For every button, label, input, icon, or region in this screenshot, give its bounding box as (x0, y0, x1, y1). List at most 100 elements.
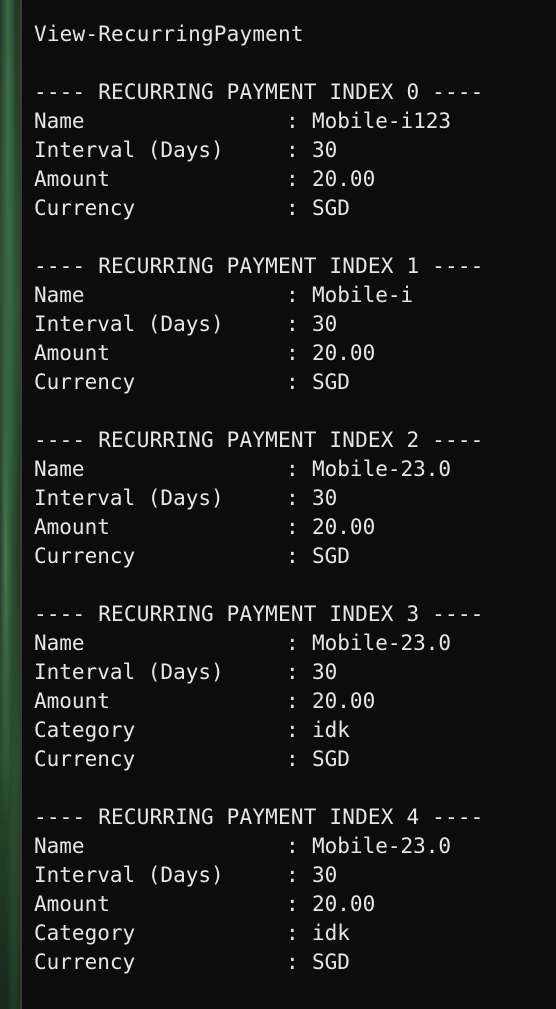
field-row: Amount:20.00 (34, 165, 484, 194)
desktop-wallpaper (0, 0, 20, 1009)
field-label: Currency (34, 370, 136, 394)
field-label: Interval (Days) (34, 863, 224, 887)
payment-record: ---- RECURRING PAYMENT INDEX 2 ---- Name:… (34, 426, 484, 600)
field-row: Category: idk (34, 919, 484, 948)
field-value: SGD (312, 747, 350, 771)
field-row: Amount:20.00 (34, 513, 484, 542)
field-separator: : (286, 312, 299, 336)
field-separator: : (286, 196, 299, 220)
field-row: Interval (Days):30 (34, 136, 484, 165)
field-separator: : (286, 138, 299, 162)
record-header: ---- RECURRING PAYMENT INDEX 4 ---- (34, 805, 484, 829)
field-label: Interval (Days) (34, 312, 224, 336)
field-row: Currency: SGD (34, 745, 484, 774)
field-value: 30 (312, 660, 338, 684)
record-header: ---- RECURRING PAYMENT INDEX 3 ---- (34, 602, 484, 626)
field-value: idk (312, 718, 350, 742)
field-label: Name (34, 834, 85, 858)
field-value: 20.00 (312, 341, 376, 365)
field-label: Amount (34, 515, 110, 539)
field-label: Name (34, 457, 85, 481)
field-separator: : (286, 370, 299, 394)
field-label: Name (34, 631, 85, 655)
field-label: Name (34, 109, 85, 133)
field-row: Name: Mobile-23.0 (34, 832, 484, 861)
field-separator: : (286, 486, 299, 510)
field-row: Interval (Days):30 (34, 658, 484, 687)
field-value: 30 (312, 138, 338, 162)
field-row: Currency: SGD (34, 948, 484, 977)
payment-record: ---- RECURRING PAYMENT INDEX 0 ---- Name:… (34, 78, 484, 252)
field-value: SGD (312, 950, 350, 974)
field-row: Category: idk (34, 716, 484, 745)
record-header: ---- RECURRING PAYMENT INDEX 1 ---- (34, 254, 484, 278)
payment-record: ---- RECURRING PAYMENT INDEX 3 ---- Name:… (34, 600, 484, 803)
field-value: 20.00 (312, 892, 376, 916)
field-row: Interval (Days):30 (34, 484, 484, 513)
field-row: Currency: SGD (34, 368, 484, 397)
field-row: Interval (Days):30 (34, 310, 484, 339)
field-value: 30 (312, 312, 338, 336)
field-row: Name: Mobile-23.0 (34, 629, 484, 658)
field-row: Amount:20.00 (34, 687, 484, 716)
field-value: 20.00 (312, 167, 376, 191)
terminal-window[interactable]: View-RecurringPayment ---- RECURRING PAY… (22, 0, 556, 1009)
payment-record: ---- RECURRING PAYMENT INDEX 4 ---- Name:… (34, 803, 484, 977)
field-label: Currency (34, 544, 136, 568)
field-label: Amount (34, 689, 110, 713)
field-row: Name: Mobile-23.0 (34, 455, 484, 484)
field-row: Currency: SGD (34, 194, 484, 223)
field-label: Interval (Days) (34, 138, 224, 162)
field-label: Interval (Days) (34, 660, 224, 684)
field-row: Currency: SGD (34, 542, 484, 571)
field-row: Name: Mobile-i123 (34, 107, 484, 136)
field-label: Amount (34, 892, 110, 916)
field-separator: : (286, 718, 299, 742)
field-value: 30 (312, 863, 338, 887)
field-value: 20.00 (312, 689, 376, 713)
field-label: Currency (34, 196, 136, 220)
field-value: SGD (312, 370, 350, 394)
field-row: Amount:20.00 (34, 890, 484, 919)
field-value: SGD (312, 544, 350, 568)
field-row: Name: Mobile-i (34, 281, 484, 310)
field-label: Amount (34, 341, 110, 365)
field-label: Category (34, 921, 136, 945)
field-separator: : (286, 921, 299, 945)
field-separator: : (286, 892, 299, 916)
field-separator: : (286, 515, 299, 539)
field-value: 30 (312, 486, 338, 510)
field-separator: : (286, 834, 299, 858)
field-separator: : (286, 283, 299, 307)
record-header: ---- RECURRING PAYMENT INDEX 2 ---- (34, 428, 484, 452)
field-separator: : (286, 950, 299, 974)
field-value: 20.00 (312, 515, 376, 539)
record-header: ---- RECURRING PAYMENT INDEX 0 ---- (34, 80, 484, 104)
field-separator: : (286, 631, 299, 655)
field-value: Mobile-23.0 (312, 631, 452, 655)
payment-record: ---- RECURRING PAYMENT INDEX 1 ---- Name:… (34, 252, 484, 426)
field-value: Mobile-23.0 (312, 834, 452, 858)
field-separator: : (286, 109, 299, 133)
field-row: Interval (Days):30 (34, 861, 484, 890)
field-value: Mobile-i123 (312, 109, 452, 133)
field-label: Amount (34, 167, 110, 191)
field-value: Mobile-i (312, 283, 414, 307)
field-value: idk (312, 921, 350, 945)
field-label: Name (34, 283, 85, 307)
field-separator: : (286, 457, 299, 481)
field-separator: : (286, 341, 299, 365)
field-separator: : (286, 167, 299, 191)
field-value: Mobile-23.0 (312, 457, 452, 481)
field-label: Currency (34, 950, 136, 974)
field-separator: : (286, 747, 299, 771)
terminal-output: View-RecurringPayment ---- RECURRING PAY… (34, 20, 484, 977)
field-separator: : (286, 660, 299, 684)
field-label: Currency (34, 747, 136, 771)
field-label: Category (34, 718, 136, 742)
